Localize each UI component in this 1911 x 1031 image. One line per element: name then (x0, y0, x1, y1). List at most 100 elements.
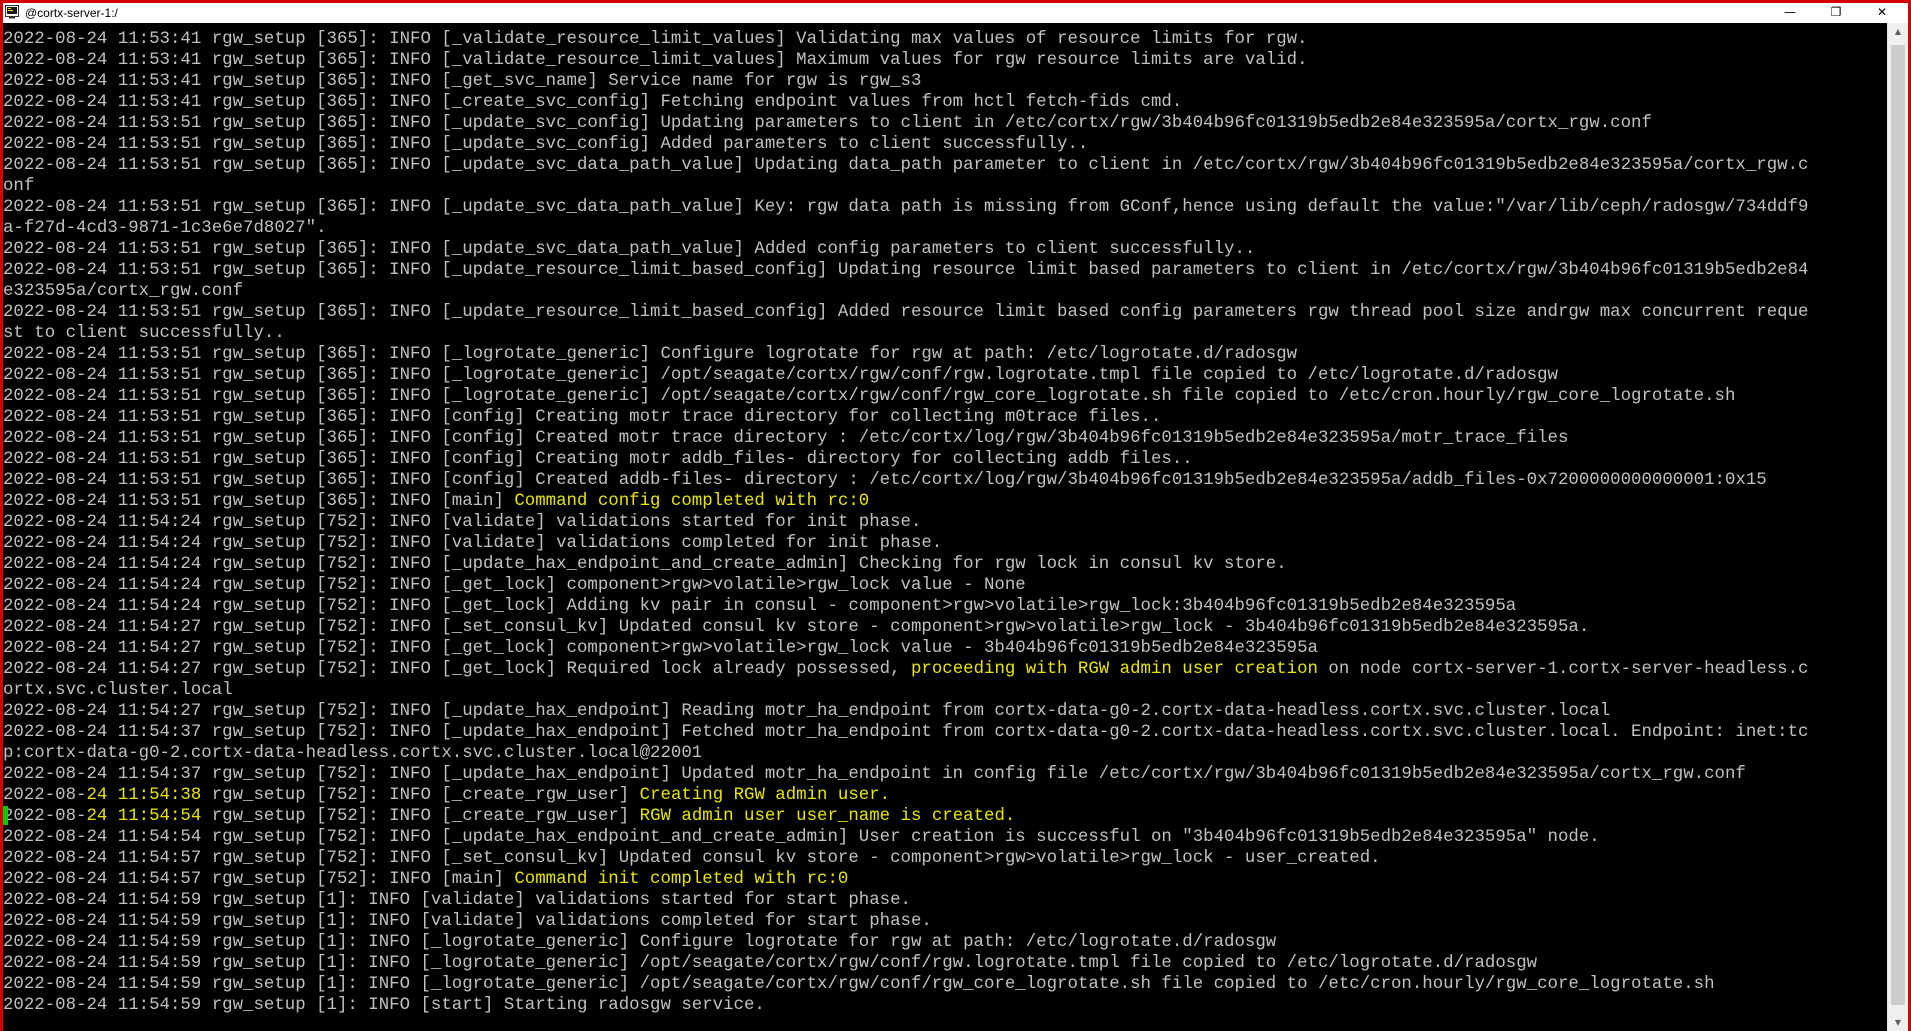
log-line: 2022-08-24 11:53:51 rgw_setup [365]: INF… (3, 491, 1884, 512)
terminal-output-area[interactable]: 2022-08-24 11:53:41 rgw_setup [365]: INF… (3, 23, 1884, 1031)
log-line: 2022-08-24 11:53:51 rgw_setup [365]: INF… (3, 197, 1884, 218)
log-text: 2022-08-24 11:54:24 rgw_setup [752]: INF… (3, 534, 943, 553)
log-line: p:cortx-data-g0-2.cortx-data-headless.co… (3, 743, 1884, 764)
scrollbar-thumb[interactable] (1891, 45, 1905, 1005)
log-line: 2022-08-24 11:53:51 rgw_setup [365]: INF… (3, 449, 1884, 470)
window-title: @cortx-server-1:/ (25, 6, 118, 20)
log-line: 2022-08-24 11:54:59 rgw_setup [1]: INFO … (3, 953, 1884, 974)
log-line: 2022-08-24 11:54:38 rgw_setup [752]: INF… (3, 785, 1884, 806)
log-text: on node cortx-server-1.cortx-server-head… (1317, 660, 1809, 679)
title-bar[interactable]: @cortx-server-1:/ — ❐ ✕ (3, 3, 1908, 23)
log-line: onf (3, 176, 1884, 197)
log-text: 2022-08-24 11:54:37 rgw_setup [752]: INF… (3, 723, 1809, 742)
log-line: 2022-08-24 11:54:54 rgw_setup [752]: INF… (3, 827, 1884, 848)
log-text: e323595a/cortx_rgw.conf (3, 282, 244, 301)
log-line: 2022-08-24 11:53:51 rgw_setup [365]: INF… (3, 470, 1884, 491)
log-text: 2022-08-24 11:53:51 rgw_setup [365]: INF… (3, 303, 1809, 322)
log-highlight-text: proceeding with RGW admin user creation (910, 660, 1318, 679)
text-cursor (3, 806, 8, 825)
log-text: 2022-08-24 11:54:59 rgw_setup [1]: INFO … (3, 996, 765, 1015)
log-text: 2022-08-24 11:53:41 rgw_setup [365]: INF… (3, 72, 922, 91)
log-highlight-text: Command init completed with rc:0 (514, 870, 849, 889)
log-text: 2022-08-24 11:54:24 rgw_setup [752]: INF… (3, 576, 1026, 595)
log-line: 2022-08-24 11:53:51 rgw_setup [365]: INF… (3, 260, 1884, 281)
log-line: 2022-08-24 11:54:59 rgw_setup [1]: INFO … (3, 911, 1884, 932)
log-line: 2022-08-24 11:54:24 rgw_setup [752]: INF… (3, 575, 1884, 596)
log-text: 2022-08-24 11:53:51 rgw_setup [365]: INF… (3, 135, 1089, 154)
log-line: 2022-08-24 11:54:37 rgw_setup [752]: INF… (3, 722, 1884, 743)
maximize-button[interactable]: ❐ (1813, 3, 1859, 23)
log-text: 2022-08-24 11:54:24 rgw_setup [752]: INF… (3, 555, 1287, 574)
log-text: 2022-08-24 11:53:51 rgw_setup [365]: INF… (3, 156, 1809, 175)
log-text: 2022-08-24 11:54:54 rgw_setup [752]: INF… (3, 828, 1600, 847)
log-line: 2022-08-24 11:54:37 rgw_setup [752]: INF… (3, 764, 1884, 785)
log-line: 2022-08-24 11:54:24 rgw_setup [752]: INF… (3, 596, 1884, 617)
log-line: 2022-08-24 11:54:24 rgw_setup [752]: INF… (3, 512, 1884, 533)
log-line: 2022-08-24 11:54:57 rgw_setup [752]: INF… (3, 848, 1884, 869)
log-text: 2022-08-24 11:54:24 rgw_setup [752]: INF… (3, 513, 922, 532)
log-text: 2022-08-24 11:53:51 rgw_setup [365]: INF… (3, 240, 1256, 259)
log-highlight-text: Creating RGW admin user. (639, 786, 891, 805)
log-text: 2022-08-24 11:54:57 rgw_setup [752]: INF… (3, 870, 515, 889)
vertical-scrollbar[interactable]: ▲ ▼ (1887, 23, 1908, 1031)
log-text: 2022-08-24 11:54:59 rgw_setup [1]: INFO … (3, 912, 932, 931)
log-text: 2022-08-24 11:54:27 rgw_setup [752]: INF… (3, 639, 1318, 658)
log-line: 2022-08-24 11:54:27 rgw_setup [752]: INF… (3, 659, 1884, 680)
log-line: 2022-08-24 11:53:51 rgw_setup [365]: INF… (3, 428, 1884, 449)
log-text: st to client successfully.. (3, 324, 285, 343)
log-text: 2022-08-24 11:54:57 rgw_setup [752]: INF… (3, 849, 1381, 868)
log-text: 2022-08-24 11:54:59 rgw_setup [1]: INFO … (3, 891, 911, 910)
log-text: 2022-08-24 11:54:37 rgw_setup [752]: INF… (3, 765, 1746, 784)
log-text: 2022-08-24 11:53:51 rgw_setup [365]: INF… (3, 261, 1809, 280)
log-text: 2022-08-24 11:53:51 rgw_setup [365]: INF… (3, 492, 515, 511)
scroll-up-arrow-icon[interactable]: ▲ (1888, 23, 1908, 40)
log-line: 2022-08-24 11:54:59 rgw_setup [1]: INFO … (3, 890, 1884, 911)
log-text: 2022-08-24 11:53:41 rgw_setup [365]: INF… (3, 30, 1308, 49)
log-text: 2022-08- (3, 786, 87, 805)
log-highlight-text: 24 11:54:54 (86, 807, 202, 826)
log-line: a-f27d-4cd3-9871-1c3e6e7d8027". (3, 218, 1884, 239)
log-line: 2022-08-24 11:53:51 rgw_setup [365]: INF… (3, 155, 1884, 176)
log-text: 2022-08-24 11:53:51 rgw_setup [365]: INF… (3, 408, 1162, 427)
log-text: a-f27d-4cd3-9871-1c3e6e7d8027". (3, 219, 327, 238)
log-line: st to client successfully.. (3, 323, 1884, 344)
log-line: 2022-08-24 11:54:59 rgw_setup [1]: INFO … (3, 932, 1884, 953)
log-text: 2022-08-24 11:53:51 rgw_setup [365]: INF… (3, 429, 1569, 448)
log-line: e323595a/cortx_rgw.conf (3, 281, 1884, 302)
log-text: 2022-08-24 11:54:24 rgw_setup [752]: INF… (3, 597, 1517, 616)
log-highlight-text: RGW admin user user_name is created. (639, 807, 1016, 826)
log-line: 2022-08-24 11:53:41 rgw_setup [365]: INF… (3, 50, 1884, 71)
log-line: 2022-08-24 11:53:51 rgw_setup [365]: INF… (3, 239, 1884, 260)
log-text: 2022-08-24 11:54:59 rgw_setup [1]: INFO … (3, 954, 1538, 973)
log-line: ortx.svc.cluster.local (3, 680, 1884, 701)
log-line: 2022-08-24 11:54:24 rgw_setup [752]: INF… (3, 554, 1884, 575)
log-line: 2022-08-24 11:54:59 rgw_setup [1]: INFO … (3, 974, 1884, 995)
log-line: 2022-08-24 11:54:24 rgw_setup [752]: INF… (3, 533, 1884, 554)
log-line: 2022-08-24 11:54:27 rgw_setup [752]: INF… (3, 701, 1884, 722)
log-line: 2022-08-24 11:53:51 rgw_setup [365]: INF… (3, 113, 1884, 134)
log-text: 2022-08-24 11:53:51 rgw_setup [365]: INF… (3, 450, 1193, 469)
log-line: 2022-08-24 11:53:41 rgw_setup [365]: INF… (3, 92, 1884, 113)
log-line: 2022-08-24 11:53:41 rgw_setup [365]: INF… (3, 29, 1884, 50)
log-line: 2022-08-24 11:53:51 rgw_setup [365]: INF… (3, 134, 1884, 155)
log-text: 2022-08-24 11:53:51 rgw_setup [365]: INF… (3, 471, 1767, 490)
close-button[interactable]: ✕ (1859, 3, 1905, 23)
log-text: 2022-08-24 11:53:51 rgw_setup [365]: INF… (3, 366, 1558, 385)
log-line: 2022-08-24 11:54:57 rgw_setup [752]: INF… (3, 869, 1884, 890)
log-line: 2022-08-24 11:53:51 rgw_setup [365]: INF… (3, 407, 1884, 428)
log-text: 2022-08- (3, 807, 87, 826)
log-text: 2022-08-24 11:54:59 rgw_setup [1]: INFO … (3, 933, 1277, 952)
log-line: 2022-08-24 11:53:51 rgw_setup [365]: INF… (3, 365, 1884, 386)
log-text: 2022-08-24 11:53:41 rgw_setup [365]: INF… (3, 93, 1183, 112)
scroll-down-arrow-icon[interactable]: ▼ (1888, 1014, 1908, 1031)
minimize-button[interactable]: — (1767, 3, 1813, 23)
log-line: 2022-08-24 11:53:51 rgw_setup [365]: INF… (3, 302, 1884, 323)
log-line: 2022-08-24 11:54:27 rgw_setup [752]: INF… (3, 617, 1884, 638)
log-line: 2022-08-24 11:53:41 rgw_setup [365]: INF… (3, 71, 1884, 92)
log-text: 2022-08-24 11:53:51 rgw_setup [365]: INF… (3, 387, 1736, 406)
log-text: rgw_setup [752]: INFO [_create_rgw_user] (201, 786, 640, 805)
log-text: 2022-08-24 11:53:51 rgw_setup [365]: INF… (3, 345, 1298, 364)
log-highlight-text: Command config completed with rc:0 (514, 492, 870, 511)
log-text: 2022-08-24 11:53:51 rgw_setup [365]: INF… (3, 114, 1652, 133)
log-text: 2022-08-24 11:54:27 rgw_setup [752]: INF… (3, 618, 1590, 637)
